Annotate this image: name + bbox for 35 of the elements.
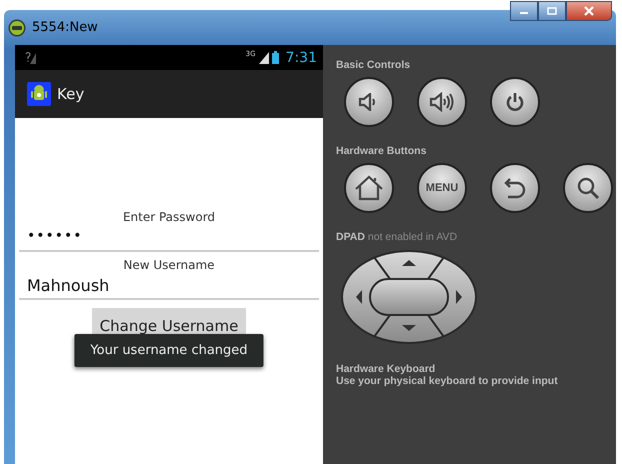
password-field[interactable]: •••••• (19, 228, 319, 252)
toast: Your username changed (74, 334, 264, 367)
field-label: Enter Password (122, 210, 216, 224)
app-title: Key (57, 85, 84, 103)
field-label: New Username (123, 258, 215, 272)
power-button[interactable] (490, 77, 540, 127)
battery-icon (272, 51, 279, 64)
section-title: Hardware Keyboard (336, 363, 436, 375)
speaker-loud-icon (429, 92, 455, 112)
maximize-button[interactable] (538, 1, 566, 21)
android-icon (8, 19, 26, 37)
power-icon (505, 92, 525, 112)
back-arrow-icon (504, 176, 526, 200)
close-button[interactable] (566, 1, 612, 21)
app-icon (27, 82, 51, 106)
section-title: Hardware Buttons (336, 145, 428, 157)
back-button[interactable] (490, 163, 540, 213)
maximize-icon (547, 7, 557, 15)
signal-icon (258, 51, 269, 64)
keyboard-description: Use your physical keyboard to provide input (336, 375, 559, 387)
no-signal-icon (25, 50, 37, 64)
window-title: 5554:New (32, 20, 98, 35)
menu-button[interactable]: MENU (417, 163, 467, 213)
clock: 7:31 (286, 50, 317, 66)
volume-up-button[interactable] (417, 77, 467, 127)
section-title: DPAD not enabled in AVD (336, 231, 458, 243)
volume-down-button[interactable] (344, 77, 394, 127)
search-button[interactable] (563, 163, 613, 213)
search-icon (576, 176, 600, 200)
username-field[interactable]: Mahnoush (19, 276, 319, 300)
close-icon (583, 6, 595, 16)
house-icon (354, 175, 384, 201)
section-title: Basic Controls (336, 59, 412, 71)
minimize-button[interactable] (510, 1, 538, 21)
home-button[interactable] (344, 163, 394, 213)
